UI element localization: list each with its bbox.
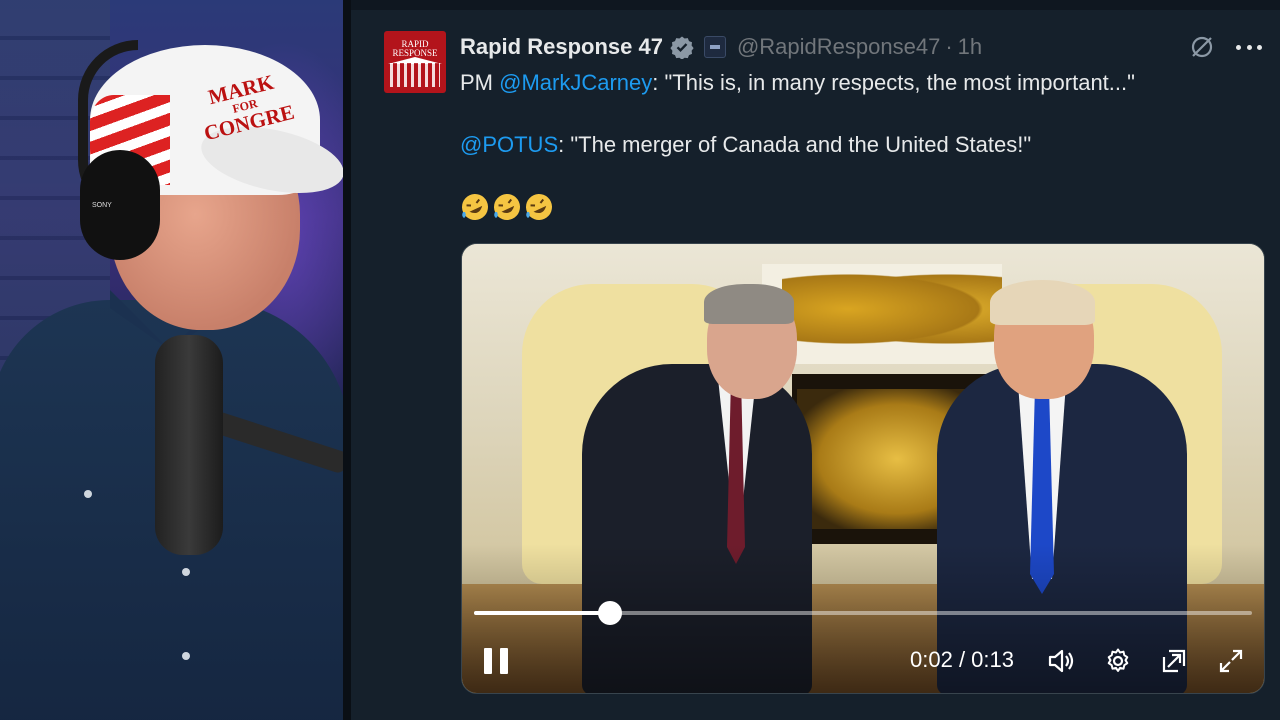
- emoji-row: [460, 192, 554, 222]
- post-panel: RAPID RESPONSE Rapid Response 47 @RapidR…: [343, 0, 1280, 720]
- time-separator: /: [952, 647, 972, 672]
- video-scrub-handle[interactable]: [598, 601, 623, 625]
- microphone: [155, 335, 223, 555]
- video-progress-bar[interactable]: [474, 601, 1252, 625]
- post-header: Rapid Response 47 @RapidResponse47 · 1h: [460, 31, 982, 63]
- more-icon[interactable]: [1236, 34, 1262, 60]
- headphone-brand: SONY: [92, 202, 112, 209]
- author-display-name[interactable]: Rapid Response 47: [460, 34, 663, 60]
- video-timecode: 0:02 / 0:13: [910, 647, 1014, 673]
- pause-icon: [500, 648, 508, 674]
- video-person-left-hair: [704, 284, 794, 324]
- rofl-emoji-icon: [494, 194, 520, 220]
- grok-icon[interactable]: [1189, 34, 1215, 60]
- author-handle[interactable]: @RapidResponse47: [737, 34, 940, 60]
- shirt-button: [182, 568, 190, 576]
- more-dot: [1257, 44, 1262, 50]
- shirt-button: [182, 652, 190, 660]
- text-prefix: PM: [460, 70, 500, 95]
- pause-icon: [484, 648, 492, 674]
- video-progress-fill: [474, 611, 611, 615]
- avatar-text: RAPID RESPONSE: [384, 40, 446, 58]
- header-separator: ·: [945, 34, 953, 59]
- rofl-emoji-icon: [526, 194, 552, 220]
- current-time: 0:02: [910, 647, 953, 672]
- more-dot: [1246, 44, 1252, 50]
- gear-icon[interactable]: [1104, 647, 1132, 675]
- headphone-cup: SONY: [80, 150, 160, 260]
- mention-link[interactable]: @POTUS: [460, 132, 558, 157]
- volume-icon[interactable]: [1047, 647, 1075, 675]
- pause-button[interactable]: [484, 648, 508, 674]
- panel-top-edge: [351, 0, 1280, 10]
- affiliation-badge-icon[interactable]: [703, 36, 726, 58]
- video-controls-shade: [462, 544, 1264, 693]
- post-text-line-1: PM @MarkJCarney: "This is, in many respe…: [460, 70, 1135, 96]
- video-duration: 0:13: [971, 647, 1014, 672]
- post-timestamp[interactable]: 1h: [958, 34, 982, 60]
- avatar-columns: [390, 63, 440, 87]
- webcam-feed: MARK FOR CONGRE SONY: [0, 0, 343, 720]
- video-person-right-hair: [990, 280, 1095, 325]
- quote-text: : "The merger of Canada and the United S…: [558, 132, 1032, 157]
- mention-link[interactable]: @MarkJCarney: [499, 70, 652, 95]
- rofl-emoji-icon: [462, 194, 488, 220]
- quote-text: : "This is, in many respects, the most i…: [652, 70, 1135, 95]
- video-player[interactable]: 0:02 / 0:13: [461, 243, 1265, 694]
- verified-badge-icon: [670, 36, 694, 59]
- more-dot: [1236, 44, 1241, 50]
- avatar-text-line2: RESPONSE: [392, 48, 438, 58]
- author-avatar[interactable]: RAPID RESPONSE: [384, 31, 446, 93]
- shirt-button: [84, 490, 92, 498]
- video-gold-ornament: [782, 269, 1002, 349]
- fullscreen-icon[interactable]: [1217, 647, 1245, 675]
- post-text-line-2: @POTUS: "The merger of Canada and the Un…: [460, 132, 1031, 158]
- popout-icon[interactable]: [1160, 647, 1188, 675]
